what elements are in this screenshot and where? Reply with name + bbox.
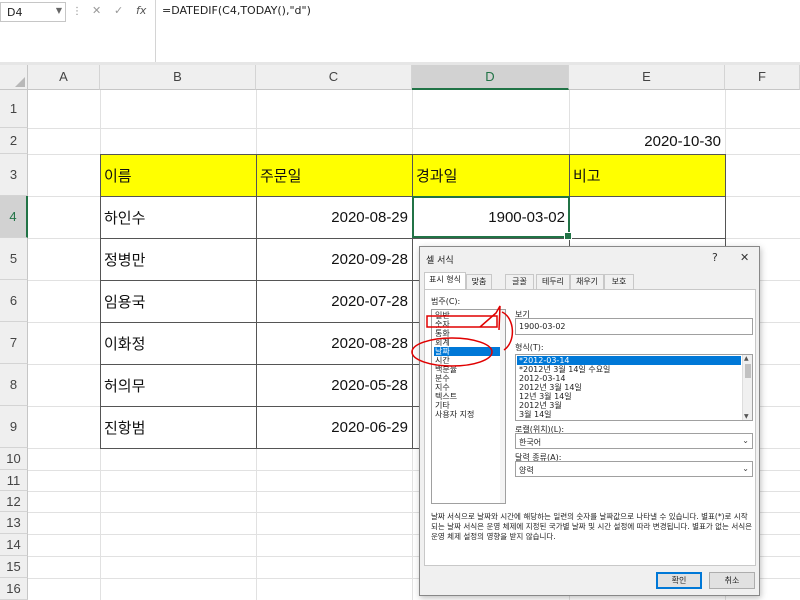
list-item[interactable]: 사용자 지정 [434, 410, 503, 419]
column-header-c[interactable]: C [256, 65, 412, 90]
table-cell-date[interactable]: 2020-07-28 [256, 280, 412, 322]
name-box-value: D4 [7, 6, 23, 19]
function-icon[interactable]: fx [136, 4, 146, 17]
row-header-3[interactable]: 3 [0, 154, 28, 196]
list-item[interactable]: 백분율 [434, 365, 503, 374]
column-header-f[interactable]: F [725, 65, 800, 90]
list-item[interactable]: 12년 3월 14일 [517, 392, 741, 401]
list-item[interactable]: 2012년 3월 [517, 401, 741, 410]
cancel-button[interactable]: 취소 [709, 572, 755, 589]
enter-icon[interactable]: ✓ [114, 4, 123, 17]
formula-bar: D4 ▼ ⋮ ✕ ✓ fx =DATEDIF(C4,TODAY(),"d") [0, 0, 800, 65]
chevron-down-icon: ⌄ [742, 464, 749, 473]
table-cell-date[interactable]: 2020-05-28 [256, 364, 412, 406]
table-cell-date[interactable]: 2020-09-28 [256, 238, 412, 280]
format-description: 날짜 서식으로 날짜와 시간에 해당하는 일련의 숫자를 날짜값으로 나타낼 수… [431, 512, 753, 541]
row-header-4[interactable]: 4 [0, 196, 28, 238]
excel-window: { "formula_bar": { "name_box": "D4", "fo… [0, 0, 800, 600]
calendar-value: 양력 [519, 466, 534, 475]
row-header-16[interactable]: 16 [0, 578, 28, 600]
ok-button[interactable]: 확인 [656, 572, 702, 589]
select-all-button[interactable] [0, 65, 28, 90]
category-scrollbar[interactable] [500, 310, 505, 503]
category-label: 범주(C): [431, 297, 461, 306]
cancel-icon[interactable]: ✕ [92, 4, 101, 17]
row-header-2[interactable]: 2 [0, 128, 28, 154]
calendar-select[interactable]: 양력 ⌄ [515, 461, 753, 477]
close-button[interactable]: ✕ [740, 251, 749, 264]
list-item[interactable]: 2012년 3월 14일 [517, 383, 741, 392]
list-item[interactable]: 3월 14일 [517, 410, 741, 419]
row-header-1[interactable]: 1 [0, 90, 28, 128]
list-item[interactable]: *2012년 3월 14일 수요일 [517, 365, 741, 374]
list-item[interactable]: 일반 [434, 311, 503, 320]
locale-value: 한국어 [519, 438, 542, 447]
tab-number[interactable]: 표시 형식 [424, 272, 466, 290]
more-icon: ⋮ [72, 6, 82, 17]
type-label: 형식(T): [515, 343, 544, 352]
list-item[interactable]: 시간 [434, 356, 503, 365]
tab-fill[interactable]: 채우기 [570, 274, 604, 290]
tab-font[interactable]: 글꼴 [505, 274, 534, 290]
table-cell-name[interactable]: 하인수 [100, 196, 256, 238]
list-item[interactable]: 지수 [434, 383, 503, 392]
category-list[interactable]: 일반 숫자 통화 회계 날짜 시간 백분율 분수 지수 텍스트 기타 사용자 지… [431, 309, 506, 504]
scroll-thumb[interactable] [745, 364, 751, 378]
row-header-6[interactable]: 6 [0, 280, 28, 322]
list-item[interactable]: 2012-03-14 [517, 374, 741, 383]
list-item-selected[interactable]: *2012-03-14 [517, 356, 741, 365]
row-header-7[interactable]: 7 [0, 322, 28, 364]
list-item[interactable]: 분수 [434, 374, 503, 383]
column-header-a[interactable]: A [28, 65, 100, 90]
row-header-8[interactable]: 8 [0, 364, 28, 406]
format-cells-dialog: 셀 서식 ? ✕ 표시 형식 맞춤 글꼴 테두리 채우기 보호 범주(C): 일… [419, 246, 760, 596]
type-scrollbar[interactable]: ▲ ▼ [742, 355, 752, 420]
scroll-down-icon[interactable]: ▼ [744, 413, 749, 420]
table-cell-name[interactable]: 진항범 [100, 406, 256, 448]
sample-value: 1900-03-02 [515, 318, 753, 335]
list-item[interactable]: 회계 [434, 338, 503, 347]
locale-select[interactable]: 한국어 ⌄ [515, 433, 753, 449]
list-item-selected[interactable]: 날짜 [434, 347, 503, 356]
table-cell-date[interactable]: 2020-08-28 [256, 322, 412, 364]
row-header-11[interactable]: 11 [0, 470, 28, 491]
active-cell-outline [412, 196, 572, 240]
tab-protection[interactable]: 보호 [604, 274, 634, 290]
row-header-13[interactable]: 13 [0, 512, 28, 534]
row-header-10[interactable]: 10 [0, 448, 28, 470]
list-item[interactable]: 텍스트 [434, 392, 503, 401]
list-item[interactable]: 통화 [434, 329, 503, 338]
formula-input[interactable]: =DATEDIF(C4,TODAY(),"d") [155, 0, 800, 62]
column-header-d[interactable]: D [412, 65, 569, 90]
list-item[interactable]: 숫자 [434, 320, 503, 329]
row-header-5[interactable]: 5 [0, 238, 28, 280]
table-cell-name[interactable]: 정병만 [100, 238, 256, 280]
row-header-15[interactable]: 15 [0, 556, 28, 578]
column-header-e[interactable]: E [569, 65, 725, 90]
table-cell-date[interactable]: 2020-08-29 [256, 196, 412, 238]
name-box[interactable]: D4 ▼ [0, 2, 66, 22]
tab-alignment[interactable]: 맞춤 [466, 274, 492, 290]
row-header-12[interactable]: 12 [0, 491, 28, 512]
list-item[interactable]: 기타 [434, 401, 503, 410]
column-header-b[interactable]: B [100, 65, 256, 90]
chevron-down-icon: ⌄ [742, 436, 749, 445]
tab-border[interactable]: 테두리 [536, 274, 570, 290]
help-button[interactable]: ? [712, 251, 718, 264]
row-header-9[interactable]: 9 [0, 406, 28, 448]
cell-e2[interactable]: 2020-10-30 [569, 128, 725, 154]
scroll-up-icon[interactable]: ▲ [744, 355, 749, 362]
table-cell-name[interactable]: 허의무 [100, 364, 256, 406]
number-format-panel: 범주(C): 일반 숫자 통화 회계 날짜 시간 백분율 분수 지수 텍스트 기… [424, 289, 756, 566]
row-header-14[interactable]: 14 [0, 534, 28, 556]
dialog-title: 셀 서식 [426, 256, 454, 266]
chevron-down-icon[interactable]: ▼ [56, 6, 62, 15]
type-list[interactable]: *2012-03-14 *2012년 3월 14일 수요일 2012-03-14… [515, 354, 753, 421]
table-cell-name[interactable]: 임용국 [100, 280, 256, 322]
table-cell-date[interactable]: 2020-06-29 [256, 406, 412, 448]
table-cell-name[interactable]: 이화정 [100, 322, 256, 364]
